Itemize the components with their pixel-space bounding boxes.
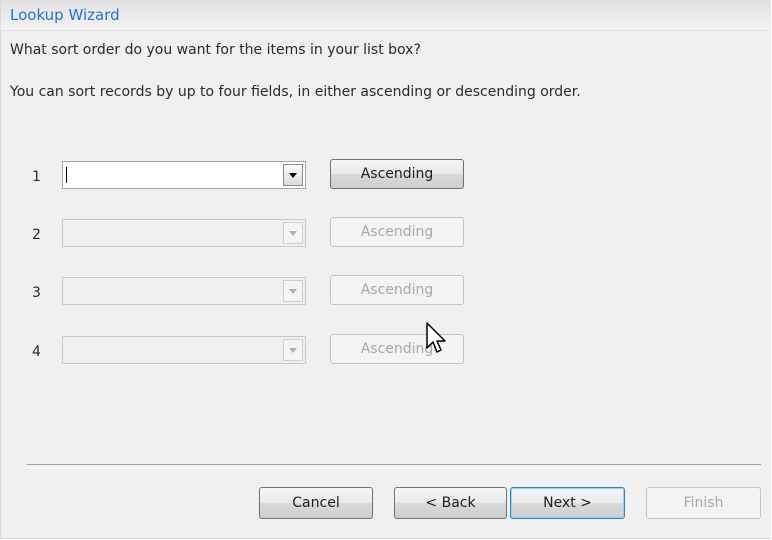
lookup-wizard-dialog: Lookup Wizard What sort order do you wan…: [0, 0, 771, 539]
sort-field-combo-1[interactable]: [62, 161, 306, 189]
next-button[interactable]: Next >: [510, 487, 625, 519]
back-button[interactable]: < Back: [394, 487, 507, 519]
sort-order-button-3[interactable]: Ascending: [330, 275, 464, 305]
sort-order-button-2[interactable]: Ascending: [330, 217, 464, 247]
cancel-button[interactable]: Cancel: [259, 487, 373, 519]
chevron-down-icon: [289, 348, 297, 353]
finish-button[interactable]: Finish: [646, 487, 761, 519]
sort-row-number: 1: [32, 169, 41, 185]
sort-order-button-1[interactable]: Ascending: [330, 159, 464, 189]
dropdown-button[interactable]: [283, 280, 303, 302]
instruction-hint: You can sort records by up to four field…: [10, 84, 581, 100]
sort-field-combo-2[interactable]: [62, 219, 306, 247]
chevron-down-icon: [289, 231, 297, 236]
chevron-down-icon: [289, 289, 297, 294]
sort-row-4: 4 Ascending: [1, 334, 771, 370]
window-title: Lookup Wizard: [10, 6, 120, 24]
sort-row-number: 3: [32, 285, 41, 301]
sort-row-number: 2: [32, 227, 41, 243]
instruction-prompt: What sort order do you want for the item…: [10, 42, 421, 58]
mouse-pointer-icon: [426, 322, 446, 353]
dropdown-button[interactable]: [283, 164, 303, 186]
text-caret: [66, 167, 67, 183]
chevron-down-icon: [289, 173, 297, 178]
sort-field-combo-3[interactable]: [62, 277, 306, 305]
sort-row-2: 2 Ascending: [1, 217, 771, 253]
footer-divider: [27, 464, 761, 468]
sort-field-combo-4[interactable]: [62, 336, 306, 364]
dropdown-button[interactable]: [283, 222, 303, 244]
sort-row-number: 4: [32, 344, 41, 360]
sort-row-1: 1 Ascending: [1, 159, 771, 195]
dropdown-button[interactable]: [283, 339, 303, 361]
title-bar: Lookup Wizard: [1, 0, 771, 31]
sort-row-3: 3 Ascending: [1, 275, 771, 311]
